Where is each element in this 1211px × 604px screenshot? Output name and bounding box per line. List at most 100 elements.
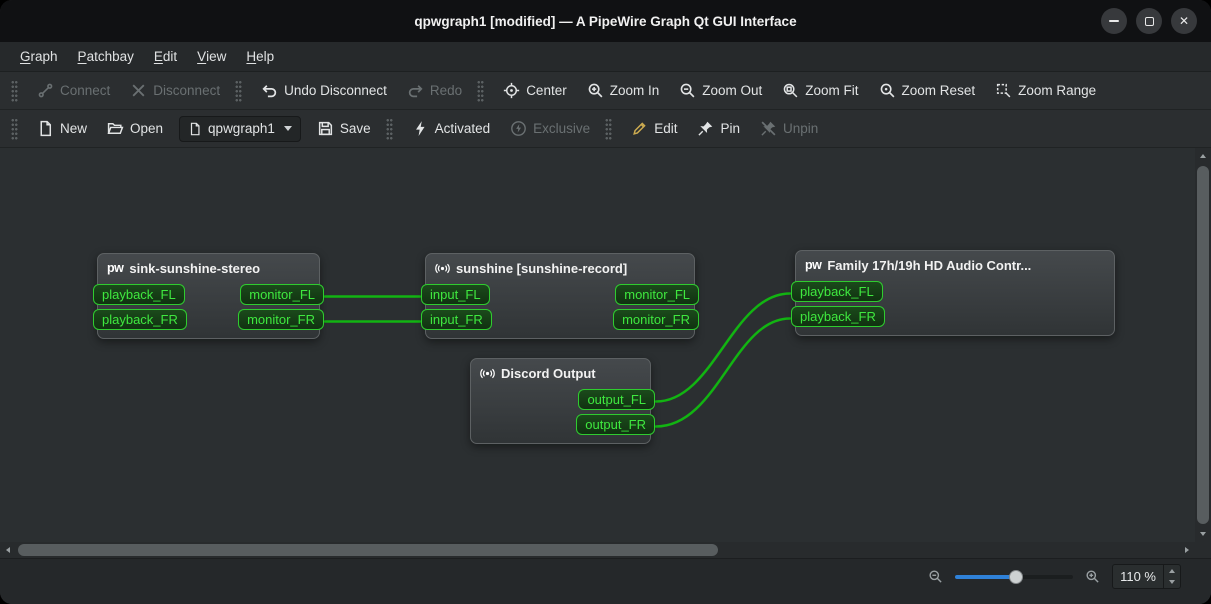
node-title: sink-sunshine-stereo xyxy=(129,260,261,276)
close-button[interactable]: ✕ xyxy=(1171,8,1197,34)
maximize-icon xyxy=(1144,16,1154,26)
port-input-fl[interactable]: input_FL xyxy=(421,284,490,305)
minimize-button[interactable] xyxy=(1101,8,1127,34)
toolbar-grip[interactable] xyxy=(385,117,393,140)
port-monitor-fr[interactable]: monitor_FR xyxy=(238,309,324,330)
toolbar-grip[interactable] xyxy=(235,79,243,102)
titlebar[interactable]: qpwgraph1 [modified] — A PipeWire Graph … xyxy=(0,0,1211,42)
spin-up-button[interactable] xyxy=(1164,565,1180,577)
activated-button[interactable]: Activated xyxy=(402,114,501,144)
redo-button[interactable]: Redo xyxy=(397,76,472,106)
toolbar-grip[interactable] xyxy=(11,79,18,102)
button-label: Pin xyxy=(720,121,740,136)
toolbar-graph: Connect Disconnect Undo Disconnect Redo … xyxy=(0,72,1211,110)
port-output-fl[interactable]: output_FL xyxy=(578,389,655,410)
graph-canvas[interactable]: pw sink-sunshine-stereo playback_FL play… xyxy=(0,148,1195,542)
slider-fill xyxy=(955,574,1017,579)
undo-disconnect-button[interactable]: Undo Disconnect xyxy=(251,76,397,106)
zoom-value: 110 % xyxy=(1120,569,1156,584)
app-window: qpwgraph1 [modified] — A PipeWire Graph … xyxy=(0,0,1211,604)
disconnect-button[interactable]: Disconnect xyxy=(120,76,230,106)
open-folder-icon xyxy=(107,120,124,137)
maximize-button[interactable] xyxy=(1136,8,1162,34)
zoom-range-icon xyxy=(995,82,1012,99)
toolbar-grip[interactable] xyxy=(605,117,613,140)
button-label: Zoom Fit xyxy=(805,83,859,98)
zoom-spinbox[interactable]: 110 % xyxy=(1112,564,1181,589)
zoom-fit-icon xyxy=(782,82,799,99)
menu-item-edit[interactable]: Edit xyxy=(144,42,187,71)
scroll-up-arrow[interactable] xyxy=(1195,148,1211,164)
menu-label: V xyxy=(197,49,207,64)
zoom-out-icon xyxy=(679,82,696,99)
pipewire-icon: pw xyxy=(805,258,822,272)
zoom-range-button[interactable]: Zoom Range xyxy=(985,76,1106,106)
button-label: Connect xyxy=(60,83,111,98)
port-monitor-fl[interactable]: monitor_FL xyxy=(615,284,699,305)
button-label: Unpin xyxy=(782,121,819,136)
toolbar-grip[interactable] xyxy=(11,117,18,140)
node-sunshine-record[interactable]: sunshine [sunshine-record] input_FL inpu… xyxy=(421,253,699,339)
unpin-button[interactable]: Unpin xyxy=(750,114,828,144)
edit-button[interactable]: Edit xyxy=(621,114,687,144)
open-button[interactable]: Open xyxy=(97,114,173,144)
zoom-in-icon[interactable] xyxy=(1085,569,1100,584)
menu-label: atchbay xyxy=(86,49,134,64)
node-discord-output[interactable]: Discord Output output_FL output_FR xyxy=(470,358,655,444)
graph-view: pw sink-sunshine-stereo playback_FL play… xyxy=(0,148,1211,558)
save-icon xyxy=(317,120,334,137)
scrollbar-corner xyxy=(1195,542,1211,558)
node-family-hd-audio[interactable]: pw Family 17h/19h HD Audio Contr... play… xyxy=(791,250,1115,336)
chevron-down-icon xyxy=(283,126,292,131)
menu-item-graph[interactable]: Graph xyxy=(10,42,68,71)
port-monitor-fl[interactable]: monitor_FL xyxy=(240,284,324,305)
zoom-out-icon[interactable] xyxy=(928,569,943,584)
menu-item-help[interactable]: Help xyxy=(236,42,284,71)
port-playback-fr[interactable]: playback_FR xyxy=(791,306,885,327)
button-label: Center xyxy=(526,83,567,98)
save-button[interactable]: Save xyxy=(307,114,381,144)
zoom-in-button[interactable]: Zoom In xyxy=(577,76,670,106)
connect-icon xyxy=(37,82,54,99)
horizontal-scrollbar[interactable] xyxy=(0,542,1195,558)
vertical-scrollbar[interactable] xyxy=(1195,148,1211,542)
scroll-left-arrow[interactable] xyxy=(0,542,16,558)
node-title: Discord Output xyxy=(501,365,596,381)
patchbay-file-combo[interactable]: qpwgraph1 xyxy=(179,115,301,142)
zoom-reset-button[interactable]: Zoom Reset xyxy=(869,76,986,106)
toolbar-grip[interactable] xyxy=(477,79,485,102)
slider-handle[interactable] xyxy=(1009,569,1024,584)
node-sink-sunshine-stereo[interactable]: pw sink-sunshine-stereo playback_FL play… xyxy=(93,253,324,339)
zoom-fit-button[interactable]: Zoom Fit xyxy=(772,76,868,106)
scroll-right-arrow[interactable] xyxy=(1179,542,1195,558)
spin-down-button[interactable] xyxy=(1164,577,1180,589)
connect-button[interactable]: Connect xyxy=(27,76,120,106)
zoom-out-button[interactable]: Zoom Out xyxy=(669,76,772,106)
horizontal-scroll-thumb[interactable] xyxy=(18,544,718,556)
zoom-reset-icon xyxy=(879,82,896,99)
exclusive-button[interactable]: Exclusive xyxy=(500,114,600,144)
pipewire-icon: pw xyxy=(107,261,124,275)
center-button[interactable]: Center xyxy=(493,76,577,106)
vertical-scroll-thumb[interactable] xyxy=(1197,166,1209,524)
disconnect-icon xyxy=(130,82,147,99)
port-playback-fl[interactable]: playback_FL xyxy=(791,281,883,302)
connection-wires xyxy=(323,292,792,428)
pencil-icon xyxy=(631,120,648,137)
port-playback-fr[interactable]: playback_FR xyxy=(93,309,187,330)
button-label: Undo Disconnect xyxy=(284,83,387,98)
scroll-down-arrow[interactable] xyxy=(1195,526,1211,542)
new-button[interactable]: New xyxy=(27,114,97,144)
lightning-icon xyxy=(412,120,429,137)
pin-button[interactable]: Pin xyxy=(687,114,750,144)
port-output-fr[interactable]: output_FR xyxy=(576,414,655,435)
menu-item-view[interactable]: View xyxy=(187,42,236,71)
port-playback-fl[interactable]: playback_FL xyxy=(93,284,185,305)
menu-item-patchbay[interactable]: Patchbay xyxy=(68,42,144,71)
port-monitor-fr[interactable]: monitor_FR xyxy=(613,309,699,330)
zoom-slider[interactable] xyxy=(955,569,1074,584)
button-label: Open xyxy=(130,121,164,136)
button-label: Zoom Out xyxy=(702,83,763,98)
menu-label: P xyxy=(77,49,87,64)
port-input-fr[interactable]: input_FR xyxy=(421,309,492,330)
